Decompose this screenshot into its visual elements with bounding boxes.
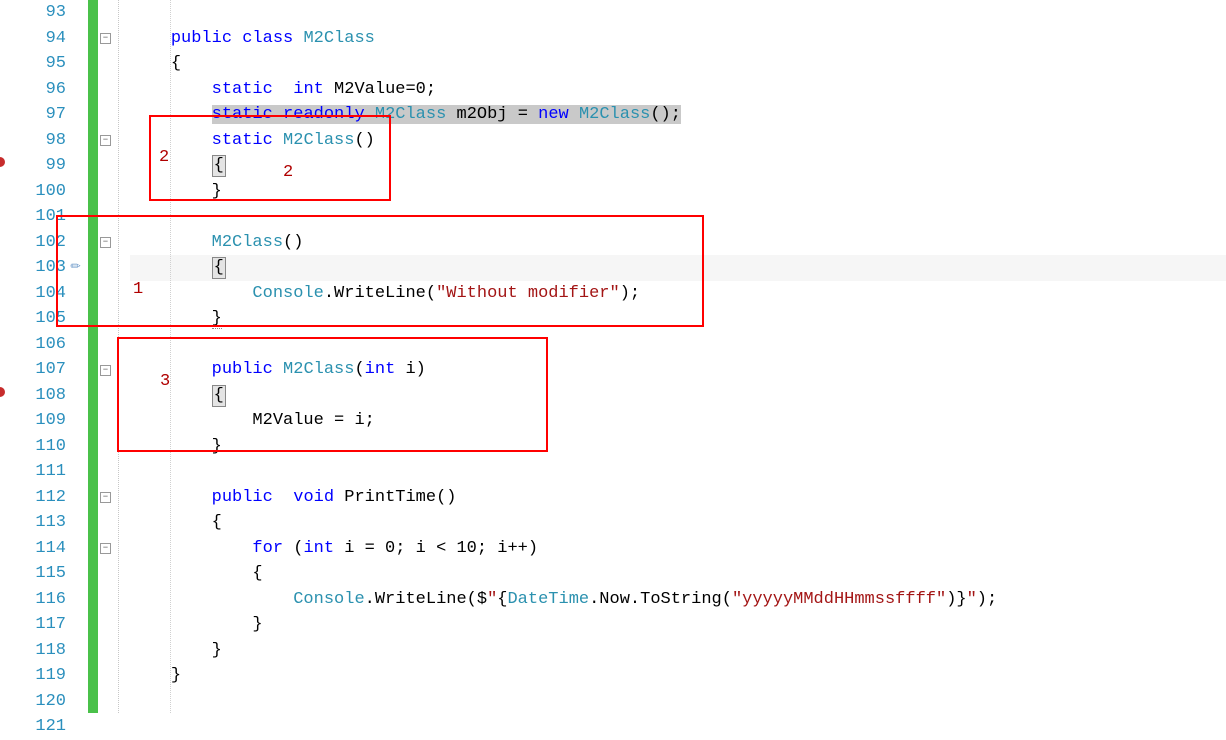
code-line[interactable]: } — [130, 663, 1226, 689]
line-number: 117 — [8, 612, 66, 638]
code-area[interactable]: public class M2Class { static int M2Valu… — [130, 0, 1226, 713]
line-number: 100 — [8, 179, 66, 205]
annotation-label: 2 — [283, 163, 293, 182]
code-line[interactable]: M2Value = i; — [130, 408, 1226, 434]
line-number-column: 9394959697989910010110210310410510610710… — [8, 0, 70, 713]
line-number: 111 — [8, 459, 66, 485]
code-line[interactable]: public M2Class(int i) — [130, 357, 1226, 383]
breakpoint-dot[interactable] — [0, 157, 5, 167]
line-number: 97 — [8, 102, 66, 128]
line-number: 96 — [8, 77, 66, 103]
fold-toggle[interactable]: − — [100, 365, 111, 376]
code-line[interactable] — [130, 332, 1226, 358]
code-line[interactable]: Console.WriteLine("Without modifier"); — [130, 281, 1226, 307]
code-line[interactable]: } — [130, 434, 1226, 460]
line-number: 118 — [8, 638, 66, 664]
change-indicator — [88, 0, 98, 713]
line-number: 114 — [8, 536, 66, 562]
code-line[interactable]: public class M2Class — [130, 26, 1226, 52]
fold-toggle[interactable]: − — [100, 135, 111, 146]
code-line[interactable]: } — [130, 638, 1226, 664]
line-number: 102 — [8, 230, 66, 256]
line-number: 93 — [8, 0, 66, 26]
fold-toggle[interactable]: − — [100, 543, 111, 554]
line-number: 106 — [8, 332, 66, 358]
fold-toggle[interactable]: − — [100, 33, 111, 44]
folding-column[interactable]: − − − − − − — [98, 0, 118, 713]
line-number: 110 — [8, 434, 66, 460]
line-number: 95 — [8, 51, 66, 77]
code-line[interactable] — [130, 714, 1226, 740]
line-number: 119 — [8, 663, 66, 689]
fold-toggle[interactable]: − — [100, 237, 111, 248]
code-line[interactable] — [130, 204, 1226, 230]
line-number: 116 — [8, 587, 66, 613]
code-editor[interactable]: 9394959697989910010110210310410510610710… — [0, 0, 1226, 713]
line-number: 113 — [8, 510, 66, 536]
code-line[interactable] — [130, 689, 1226, 715]
code-line[interactable]: static int M2Value=0; — [130, 77, 1226, 103]
code-line[interactable]: { — [130, 153, 1226, 179]
outline-column — [118, 0, 130, 713]
code-line[interactable]: static M2Class() — [130, 128, 1226, 154]
line-number: 115 — [8, 561, 66, 587]
line-number: 120 — [8, 689, 66, 715]
code-line[interactable]: } — [130, 306, 1226, 332]
line-number: 109 — [8, 408, 66, 434]
glyph-margin: ✎ — [70, 0, 88, 713]
line-number: 105 — [8, 306, 66, 332]
line-number: 98 — [8, 128, 66, 154]
code-line[interactable]: { — [130, 561, 1226, 587]
annotation-label: 1 — [133, 280, 143, 299]
code-line[interactable]: static readonly M2Class m2Obj = new M2Cl… — [130, 102, 1226, 128]
code-line[interactable]: { — [130, 383, 1226, 409]
line-number: 99 — [8, 153, 66, 179]
code-line[interactable]: { — [130, 51, 1226, 77]
breakpoint-margin[interactable] — [0, 0, 8, 713]
code-line[interactable]: Console.WriteLine($"{DateTime.Now.ToStri… — [130, 587, 1226, 613]
line-number: 121 — [8, 714, 66, 740]
code-line[interactable] — [130, 459, 1226, 485]
code-line[interactable]: for (int i = 0; i < 10; i++) — [130, 536, 1226, 562]
code-line[interactable] — [130, 0, 1226, 26]
line-number: 103 — [8, 255, 66, 281]
screwdriver-icon[interactable]: ✎ — [67, 258, 85, 276]
annotation-label: 2 — [159, 148, 169, 167]
code-line[interactable]: } — [130, 612, 1226, 638]
gutter: 9394959697989910010110210310410510610710… — [0, 0, 130, 713]
line-number: 101 — [8, 204, 66, 230]
line-number: 108 — [8, 383, 66, 409]
breakpoint-dot[interactable] — [0, 387, 5, 397]
code-line[interactable]: M2Class() — [130, 230, 1226, 256]
line-number: 94 — [8, 26, 66, 52]
line-number: 107 — [8, 357, 66, 383]
code-line[interactable]: } — [130, 179, 1226, 205]
code-line[interactable]: { — [130, 255, 1226, 281]
code-line[interactable]: { — [130, 510, 1226, 536]
fold-toggle[interactable]: − — [100, 492, 111, 503]
line-number: 112 — [8, 485, 66, 511]
code-line[interactable]: public void PrintTime() — [130, 485, 1226, 511]
line-number: 104 — [8, 281, 66, 307]
annotation-label: 3 — [160, 372, 170, 391]
